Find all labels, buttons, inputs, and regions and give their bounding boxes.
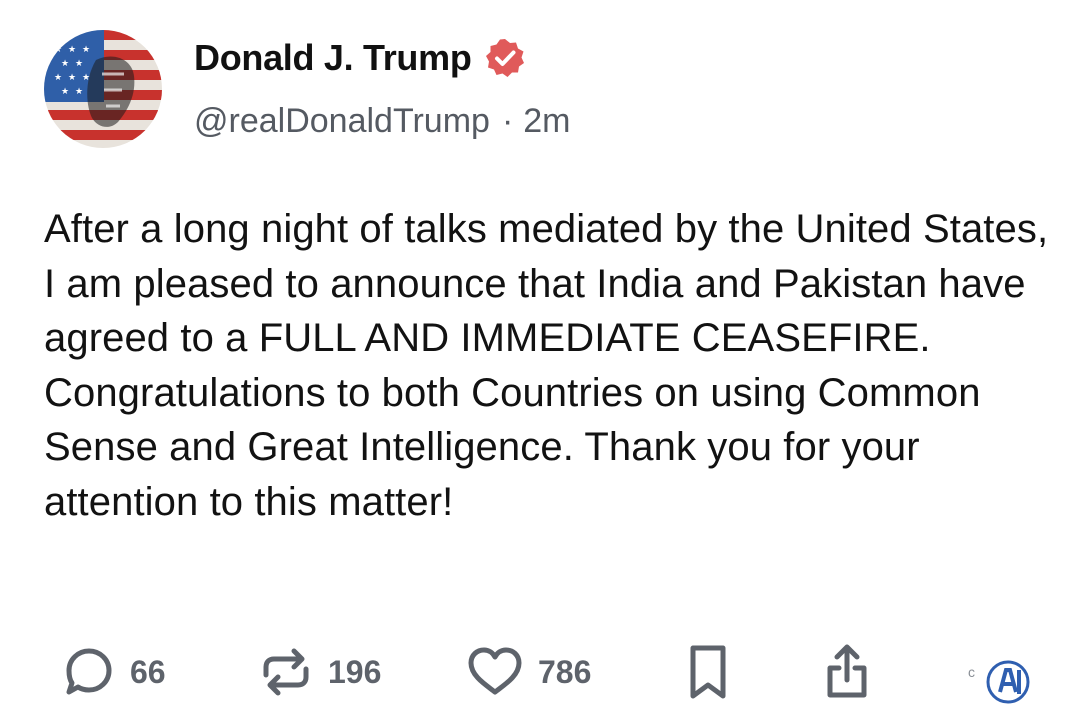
- repost-count: 196: [328, 653, 382, 690]
- repost-icon: [263, 648, 309, 696]
- heart-icon: [468, 647, 522, 695]
- author-display-name[interactable]: Donald J. Trump: [194, 37, 472, 79]
- svg-text:★: ★: [54, 45, 62, 55]
- watermark-label: c: [968, 664, 975, 680]
- share-icon: [827, 644, 867, 698]
- svg-text:★: ★: [75, 59, 83, 69]
- watermark-logo: [986, 660, 1030, 704]
- repost-button[interactable]: 196: [258, 640, 381, 704]
- author-meta-row: @realDonaldTrump · 2m: [194, 102, 571, 141]
- author-name-row: Donald J. Trump: [194, 36, 526, 80]
- meta-separator: ·: [501, 102, 514, 140]
- svg-text:★: ★: [68, 73, 76, 83]
- svg-text:★: ★: [61, 87, 69, 97]
- svg-text:★: ★: [75, 87, 83, 97]
- author-handle[interactable]: @realDonaldTrump: [194, 102, 490, 141]
- post-timestamp[interactable]: 2m: [523, 102, 570, 141]
- svg-text:★: ★: [82, 45, 90, 55]
- watermark: c: [964, 652, 1036, 708]
- reply-button[interactable]: 66: [62, 640, 166, 704]
- author-avatar[interactable]: ★ ★ ★ ★ ★ ★ ★ ★ ★ ★: [44, 30, 162, 148]
- reply-bubble-icon: [66, 648, 112, 695]
- bookmark-button[interactable]: [686, 640, 730, 704]
- svg-text:★: ★: [61, 59, 69, 69]
- svg-text:★: ★: [68, 45, 76, 55]
- post-text: After a long night of talks mediated by …: [44, 207, 1049, 524]
- flag-portrait-avatar: ★ ★ ★ ★ ★ ★ ★ ★ ★ ★: [44, 30, 162, 148]
- post-action-bar: 66 196 786: [0, 640, 1080, 710]
- verified-badge-icon: [485, 39, 524, 77]
- like-count: 786: [538, 653, 592, 690]
- like-button[interactable]: 786: [466, 640, 591, 704]
- svg-text:★: ★: [54, 73, 62, 83]
- truth-social-post: ★ ★ ★ ★ ★ ★ ★ ★ ★ ★ Donald J. Trump @realDonal…: [0, 0, 1080, 728]
- share-button[interactable]: [822, 640, 872, 704]
- reply-count: 66: [130, 653, 166, 690]
- bookmark-icon: [690, 645, 726, 699]
